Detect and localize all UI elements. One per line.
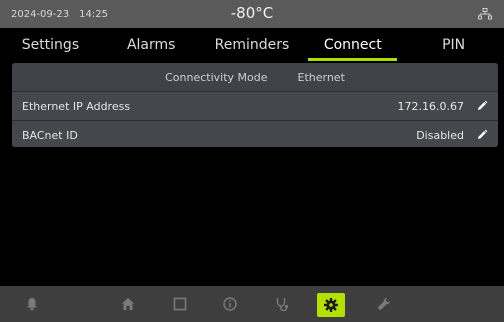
connectivity-mode-row[interactable]: Connectivity Mode Ethernet xyxy=(12,63,498,91)
tab-connect[interactable]: Connect xyxy=(302,28,403,62)
connect-panel: Connectivity Mode Ethernet Ethernet IP A… xyxy=(12,63,498,147)
tab-settings[interactable]: Settings xyxy=(0,28,101,62)
connectivity-mode-value: Ethernet xyxy=(297,70,345,84)
nav-grid-button[interactable] xyxy=(162,286,198,322)
wrench-icon xyxy=(378,298,390,310)
status-bar: 2024-09-23 14:25 -80°C xyxy=(0,0,504,28)
bacnet-id-row[interactable]: BACnet ID Disabled xyxy=(12,120,498,147)
temperature-readout: -80°C xyxy=(230,4,274,22)
bottom-nav xyxy=(0,286,504,322)
nav-tools-button[interactable] xyxy=(366,286,402,322)
nav-service-button[interactable] xyxy=(264,286,300,322)
nav-alarms-button[interactable] xyxy=(14,286,50,322)
stethoscope-icon xyxy=(276,298,289,312)
connectivity-mode-label: Connectivity Mode xyxy=(165,70,268,84)
ethernet-ip-label: Ethernet IP Address xyxy=(22,99,131,113)
tab-alarms[interactable]: Alarms xyxy=(101,28,202,62)
nav-settings-button[interactable] xyxy=(317,293,345,317)
ethernet-ip-value: 172.16.0.67 xyxy=(397,99,464,113)
pencil-icon[interactable] xyxy=(476,129,488,141)
info-icon xyxy=(223,297,237,311)
home-icon xyxy=(122,298,134,310)
nav-home-button[interactable] xyxy=(110,286,146,322)
nav-info-button[interactable] xyxy=(212,286,248,322)
bacnet-id-value: Disabled xyxy=(416,128,464,142)
tab-reminders[interactable]: Reminders xyxy=(202,28,303,62)
ethernet-ip-row[interactable]: Ethernet IP Address 172.16.0.67 xyxy=(12,91,498,120)
grid-icon xyxy=(173,297,187,311)
tab-pin[interactable]: PIN xyxy=(403,28,504,62)
screen: 2024-09-23 14:25 -80°C Settings Alarms Re… xyxy=(0,0,504,322)
bell-icon xyxy=(27,298,37,311)
pencil-icon[interactable] xyxy=(476,100,488,112)
network-icon xyxy=(478,8,492,20)
bacnet-id-label: BACnet ID xyxy=(22,128,78,142)
tab-bar: Settings Alarms Reminders Connect PIN xyxy=(0,28,504,62)
gear-icon xyxy=(324,298,338,312)
